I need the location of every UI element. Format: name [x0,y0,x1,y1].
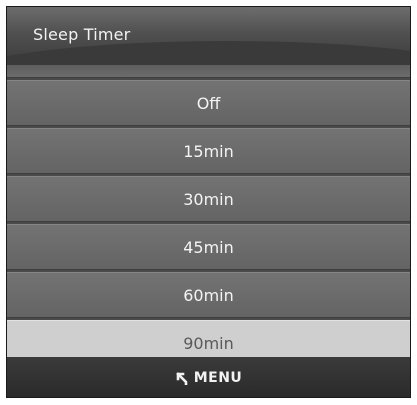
menu-button[interactable]: MENU [175,370,243,386]
option-45min[interactable]: 45min [7,224,410,270]
dialog-footer: MENU [7,357,410,397]
return-arrow-icon [175,371,189,385]
header-decoration [7,41,410,65]
dialog-title: Sleep Timer [33,25,131,44]
timer-options-list: Off 15min 30min 45min 60min 90min [7,65,410,366]
option-15min[interactable]: 15min [7,128,410,174]
menu-button-label: MENU [193,370,243,386]
option-off[interactable]: Off [7,80,410,126]
sleep-timer-dialog: Sleep Timer Off 15min 30min 45min 60min … [6,6,411,398]
option-30min[interactable]: 30min [7,176,410,222]
dialog-header: Sleep Timer [7,7,410,65]
list-top-divider [7,65,410,78]
option-60min[interactable]: 60min [7,272,410,318]
